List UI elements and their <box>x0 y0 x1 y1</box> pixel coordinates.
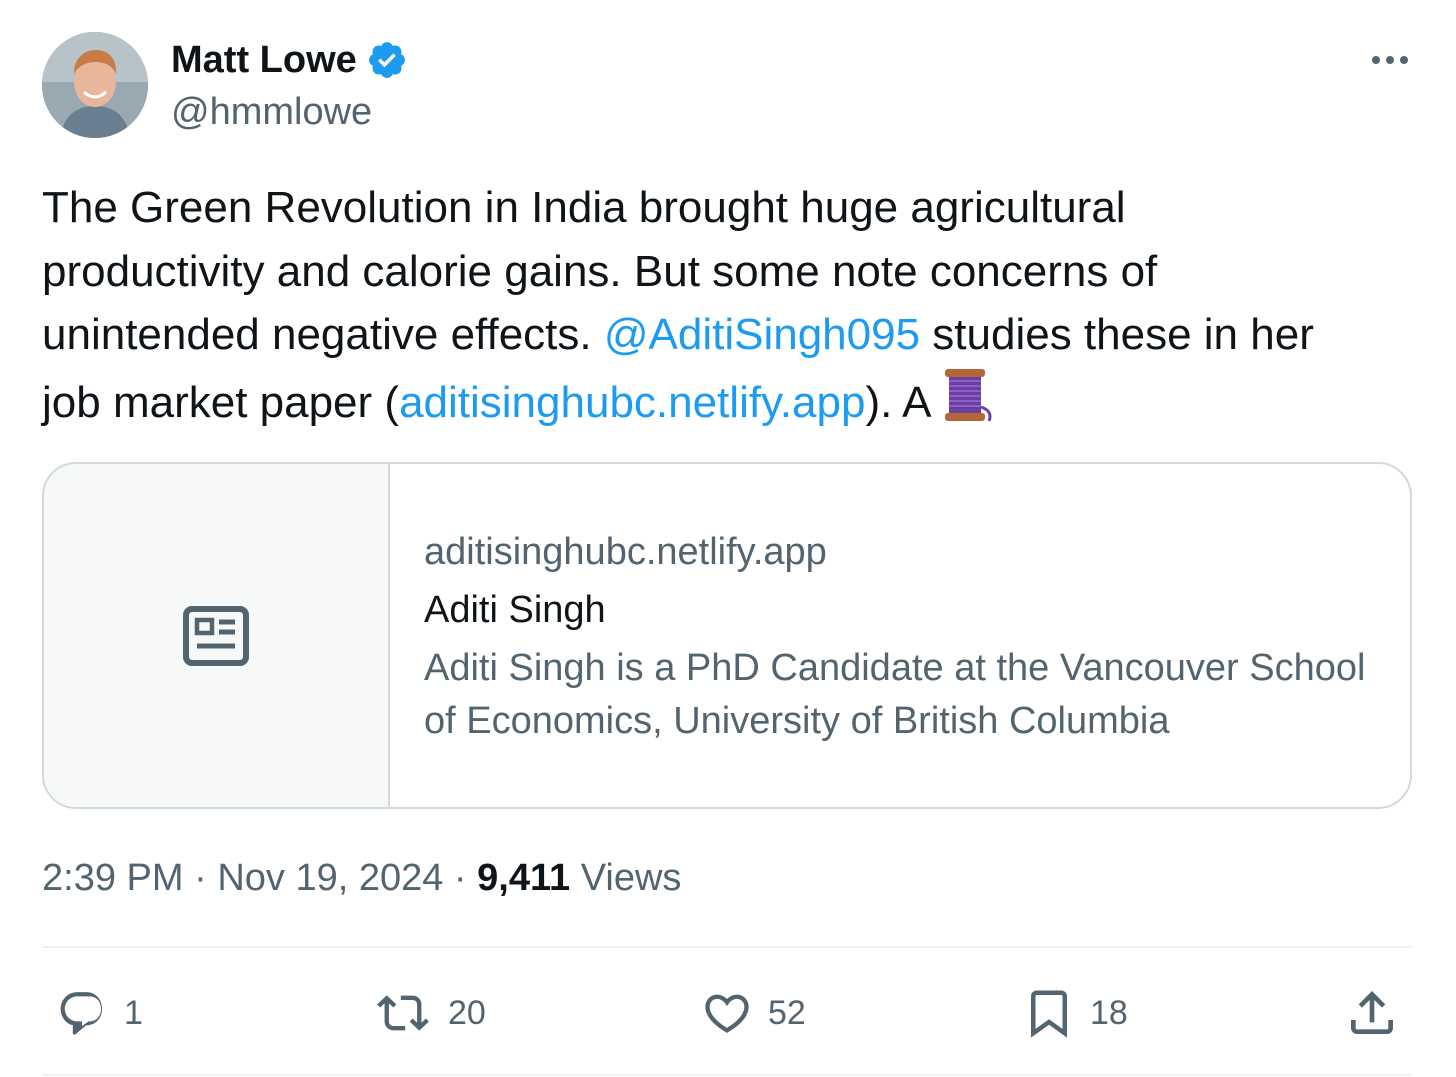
divider <box>42 946 1412 948</box>
tweet-line-2: productivity and calorie gains. But some… <box>42 246 1158 296</box>
card-description: Aditi Singh is a PhD Candidate at the Va… <box>424 647 1366 742</box>
card-thumbnail <box>44 464 390 807</box>
spool-of-thread-icon <box>939 367 995 441</box>
tweet-meta: 2:39 PM · Nov 19, 2024 · 9,411 Views <box>42 856 681 900</box>
meta-separator: · <box>443 857 478 899</box>
author-name-text: Matt Lowe <box>171 39 357 81</box>
avatar-photo <box>42 32 148 138</box>
more-options-button[interactable] <box>1368 40 1412 80</box>
article-icon <box>183 605 249 666</box>
card-domain: aditisinghubc.netlify.app <box>424 531 827 573</box>
author-handle[interactable]: @hmmlowe <box>171 90 372 134</box>
tweet-text-segment: studies these in her <box>920 310 1314 359</box>
bookmark-count: 18 <box>1090 993 1128 1032</box>
card-title: Aditi Singh <box>424 589 606 631</box>
reply-button[interactable]: 1 <box>54 985 143 1041</box>
meta-separator: · <box>183 857 218 899</box>
avatar[interactable] <box>42 32 148 138</box>
views-count: 9,411 <box>477 857 571 899</box>
link-preview-card[interactable]: aditisinghubc.netlify.app Aditi Singh Ad… <box>42 462 1412 809</box>
tweet-text-segment: ). A <box>865 377 932 427</box>
like-button[interactable]: 52 <box>700 985 806 1041</box>
reply-count: 1 <box>124 993 143 1032</box>
tweet-date[interactable]: Nov 19, 2024 <box>217 857 443 899</box>
tweet-time[interactable]: 2:39 PM <box>42 857 184 899</box>
tweet-line-4: job market paper (aditisinghubc.netlify.… <box>42 367 1412 441</box>
share-icon <box>1351 991 1393 1034</box>
bookmark-icon <box>1031 990 1067 1038</box>
mention-link[interactable]: @AditiSingh095 <box>604 310 920 359</box>
share-button[interactable] <box>1344 985 1400 1041</box>
card-body: aditisinghubc.netlify.app Aditi Singh Ad… <box>390 464 1384 807</box>
divider <box>42 1074 1412 1076</box>
views-label: Views <box>570 857 682 899</box>
like-count: 52 <box>768 993 806 1032</box>
tweet-text: The Green Revolution in India brought hu… <box>42 176 1412 440</box>
retweet-count: 20 <box>448 993 486 1032</box>
bookmark-button[interactable]: 18 <box>1022 985 1128 1041</box>
tweet-text-segment: job market paper ( <box>42 377 400 427</box>
tweet-line-1: The Green Revolution in India brought hu… <box>42 183 1126 232</box>
retweet-button[interactable]: 20 <box>372 985 486 1041</box>
author-name[interactable]: Matt Lowe <box>171 38 408 82</box>
reply-icon <box>60 992 103 1035</box>
heart-icon <box>705 994 749 1033</box>
retweet-icon <box>377 995 429 1031</box>
tweet-text-segment: unintended negative effects. <box>42 310 604 359</box>
verified-badge-icon <box>366 39 408 81</box>
url-link[interactable]: aditisinghubc.netlify.app <box>399 378 865 427</box>
tweet-line-3: unintended negative effects. @AditiSingh… <box>42 303 1412 367</box>
more-dots-icon <box>1372 56 1408 64</box>
